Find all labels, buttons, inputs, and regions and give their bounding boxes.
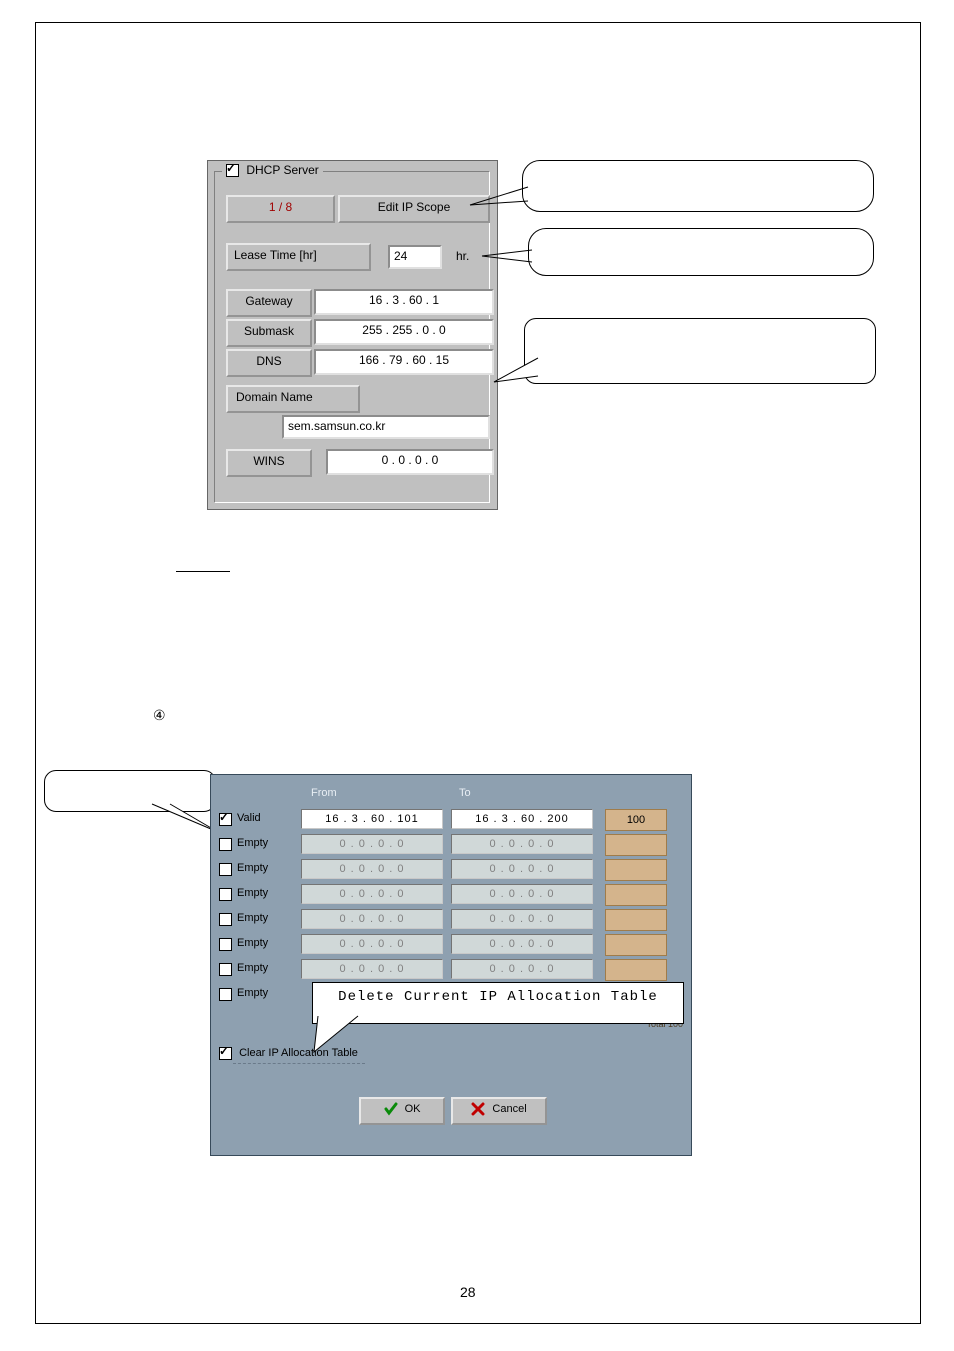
row-label: Empty [237, 937, 268, 949]
row-valid-checkbox[interactable] [219, 838, 232, 851]
ok-button[interactable]: OK [359, 1097, 445, 1125]
row-valid-checkbox[interactable] [219, 988, 232, 1001]
dns-value[interactable]: 166 . 79 . 60 . 15 [314, 349, 494, 375]
overlay-tail [314, 1016, 374, 1056]
ip-scope-dialog: From To Valid 16 . 3 . 60 . 101 16 . 3 . 6… [210, 774, 692, 1156]
row-to-ip: 0 . 0 . 0 . 0 [451, 959, 593, 979]
check-icon [384, 1102, 398, 1116]
row-label: Empty [237, 862, 268, 874]
row-to-ip: 0 . 0 . 0 . 0 [451, 884, 593, 904]
row-from-ip: 0 . 0 . 0 . 0 [301, 884, 443, 904]
gateway-button[interactable]: Gateway [226, 289, 312, 317]
row-to-ip[interactable]: 16 . 3 . 60 . 200 [451, 809, 593, 829]
row-valid-checkbox[interactable] [219, 863, 232, 876]
row-from-ip: 0 . 0 . 0 . 0 [301, 959, 443, 979]
row-label: Valid [237, 812, 261, 824]
dns-button[interactable]: DNS [226, 349, 312, 377]
row-label: Empty [237, 912, 268, 924]
ip-scope-row: Empty 0 . 0 . 0 . 0 0 . 0 . 0 . 0 [219, 859, 683, 881]
row-label: Empty [237, 887, 268, 899]
wins-button[interactable]: WINS [226, 449, 312, 477]
lease-time-input[interactable]: 24 [388, 245, 442, 269]
lease-unit: hr. [456, 249, 469, 263]
row-label: Empty [237, 837, 268, 849]
ip-scope-row: Empty 0 . 0 . 0 . 0 0 . 0 . 0 . 0 [219, 834, 683, 856]
domain-name-input[interactable]: sem.samsun.co.kr [282, 415, 490, 439]
dhcp-title-wrap: DHCP Server [222, 163, 323, 177]
dhcp-enable-checkbox[interactable] [226, 164, 239, 177]
row-count [605, 934, 667, 956]
ip-scope-row: Empty 0 . 0 . 0 . 0 0 . 0 . 0 . 0 [219, 909, 683, 931]
row-from-ip: 0 . 0 . 0 . 0 [301, 859, 443, 879]
ip-scope-row: Empty 0 . 0 . 0 . 0 0 . 0 . 0 . 0 [219, 884, 683, 906]
row-from-ip: 0 . 0 . 0 . 0 [301, 909, 443, 929]
callout-1 [522, 160, 874, 212]
row-to-ip: 0 . 0 . 0 . 0 [451, 859, 593, 879]
submask-button[interactable]: Submask [226, 319, 312, 347]
ip-scope-row: Empty 0 . 0 . 0 . 0 0 . 0 . 0 . 0 [219, 934, 683, 956]
row-count [605, 959, 667, 981]
domain-name-button[interactable]: Domain Name [226, 385, 360, 413]
row-valid-checkbox[interactable] [219, 888, 232, 901]
row-valid-checkbox[interactable] [219, 938, 232, 951]
row-valid-checkbox[interactable] [219, 813, 232, 826]
row-label: Empty [237, 987, 268, 999]
callout-2 [528, 228, 874, 276]
row-to-ip: 0 . 0 . 0 . 0 [451, 934, 593, 954]
cancel-label: Cancel [492, 1103, 526, 1115]
submask-value[interactable]: 255 . 255 . 0 . 0 [314, 319, 494, 345]
row-to-ip: 0 . 0 . 0 . 0 [451, 834, 593, 854]
col-from: From [311, 787, 337, 799]
clear-ip-underline [233, 1063, 365, 1064]
callout-1-tail [470, 195, 530, 215]
cancel-button[interactable]: Cancel [451, 1097, 547, 1125]
row-to-ip: 0 . 0 . 0 . 0 [451, 909, 593, 929]
row-count [605, 909, 667, 931]
wins-value[interactable]: 0 . 0 . 0 . 0 [326, 449, 494, 475]
underline-1 [176, 571, 230, 572]
gateway-value[interactable]: 16 . 3 . 60 . 1 [314, 289, 494, 315]
ip-scope-row: Valid 16 . 3 . 60 . 101 16 . 3 . 60 . 200 1… [219, 809, 683, 831]
col-to: To [459, 787, 471, 799]
scope-counter: 1 / 8 [226, 195, 335, 223]
row-count: 100 [605, 809, 667, 831]
row-from-ip: 0 . 0 . 0 . 0 [301, 834, 443, 854]
row-from-ip[interactable]: 16 . 3 . 60 . 101 [301, 809, 443, 829]
row-from-ip: 0 . 0 . 0 . 0 [301, 934, 443, 954]
dhcp-server-panel: DHCP Server 1 / 8 Edit IP Scope Lease Ti… [207, 160, 498, 510]
ok-label: OK [405, 1103, 421, 1115]
clear-ip-checkbox[interactable] [219, 1047, 232, 1060]
dhcp-title: DHCP Server [246, 163, 318, 177]
page-number: 28 [460, 1284, 476, 1300]
row-count [605, 859, 667, 881]
step-marker: ④ [153, 707, 166, 724]
lease-time-label: Lease Time [hr] [226, 243, 371, 271]
edit-ip-scope-button[interactable]: Edit IP Scope [338, 195, 490, 223]
callout-3-tail [494, 358, 540, 388]
row-valid-checkbox[interactable] [219, 913, 232, 926]
ip-scope-row: Empty 0 . 0 . 0 . 0 0 . 0 . 0 . 0 [219, 959, 683, 981]
row-label: Empty [237, 962, 268, 974]
callout-2-tail [482, 250, 534, 264]
cross-icon [471, 1102, 485, 1116]
row-count [605, 834, 667, 856]
row-count [605, 884, 667, 906]
row-valid-checkbox[interactable] [219, 963, 232, 976]
callout-3 [524, 318, 876, 384]
